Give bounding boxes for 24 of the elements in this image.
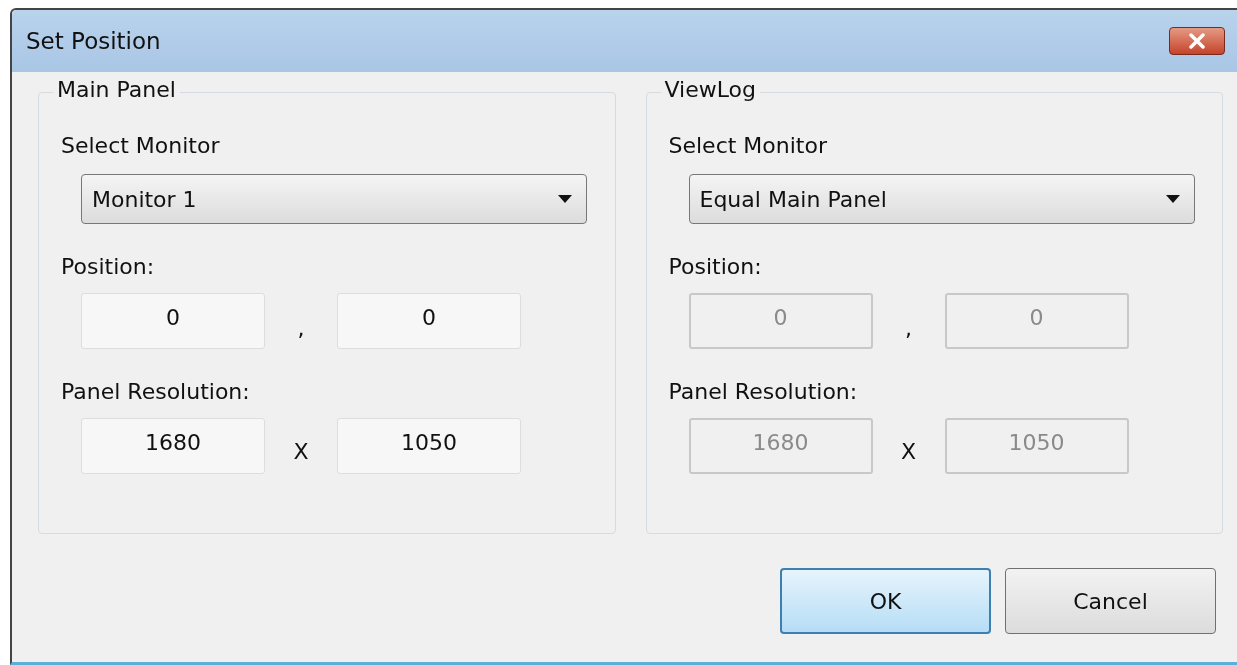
separator: , xyxy=(904,314,913,341)
caret-icon xyxy=(1165,195,1180,203)
close-button[interactable] xyxy=(1169,27,1225,55)
input-field[interactable]: 1680 xyxy=(81,418,265,474)
dialog-button[interactable]: Cancel xyxy=(1005,568,1216,634)
dropdown-value: Monitor 1 xyxy=(92,186,197,212)
separator: X xyxy=(899,437,918,464)
input-field[interactable]: 0 xyxy=(337,293,521,349)
separator: X xyxy=(292,437,310,464)
monitor-dropdown[interactable]: Monitor 1 xyxy=(81,174,587,224)
field-label: Panel Resolution: xyxy=(668,379,858,404)
dialog-button[interactable]: OK xyxy=(780,568,991,634)
caret-icon xyxy=(558,195,572,203)
input-field[interactable]: 1050 xyxy=(337,418,521,474)
window-title: Set Position xyxy=(26,28,161,54)
close-icon xyxy=(1186,33,1208,49)
input-field[interactable]: 0 xyxy=(81,293,265,349)
field-label: Position: xyxy=(668,254,762,279)
separator: , xyxy=(296,314,306,341)
field-label: Position: xyxy=(61,254,155,279)
dropdown-value: Equal Main Panel xyxy=(699,186,887,212)
field-label: Panel Resolution: xyxy=(61,379,250,404)
field-label: Select Monitor xyxy=(668,133,827,158)
field-label: Select Monitor xyxy=(61,133,220,158)
